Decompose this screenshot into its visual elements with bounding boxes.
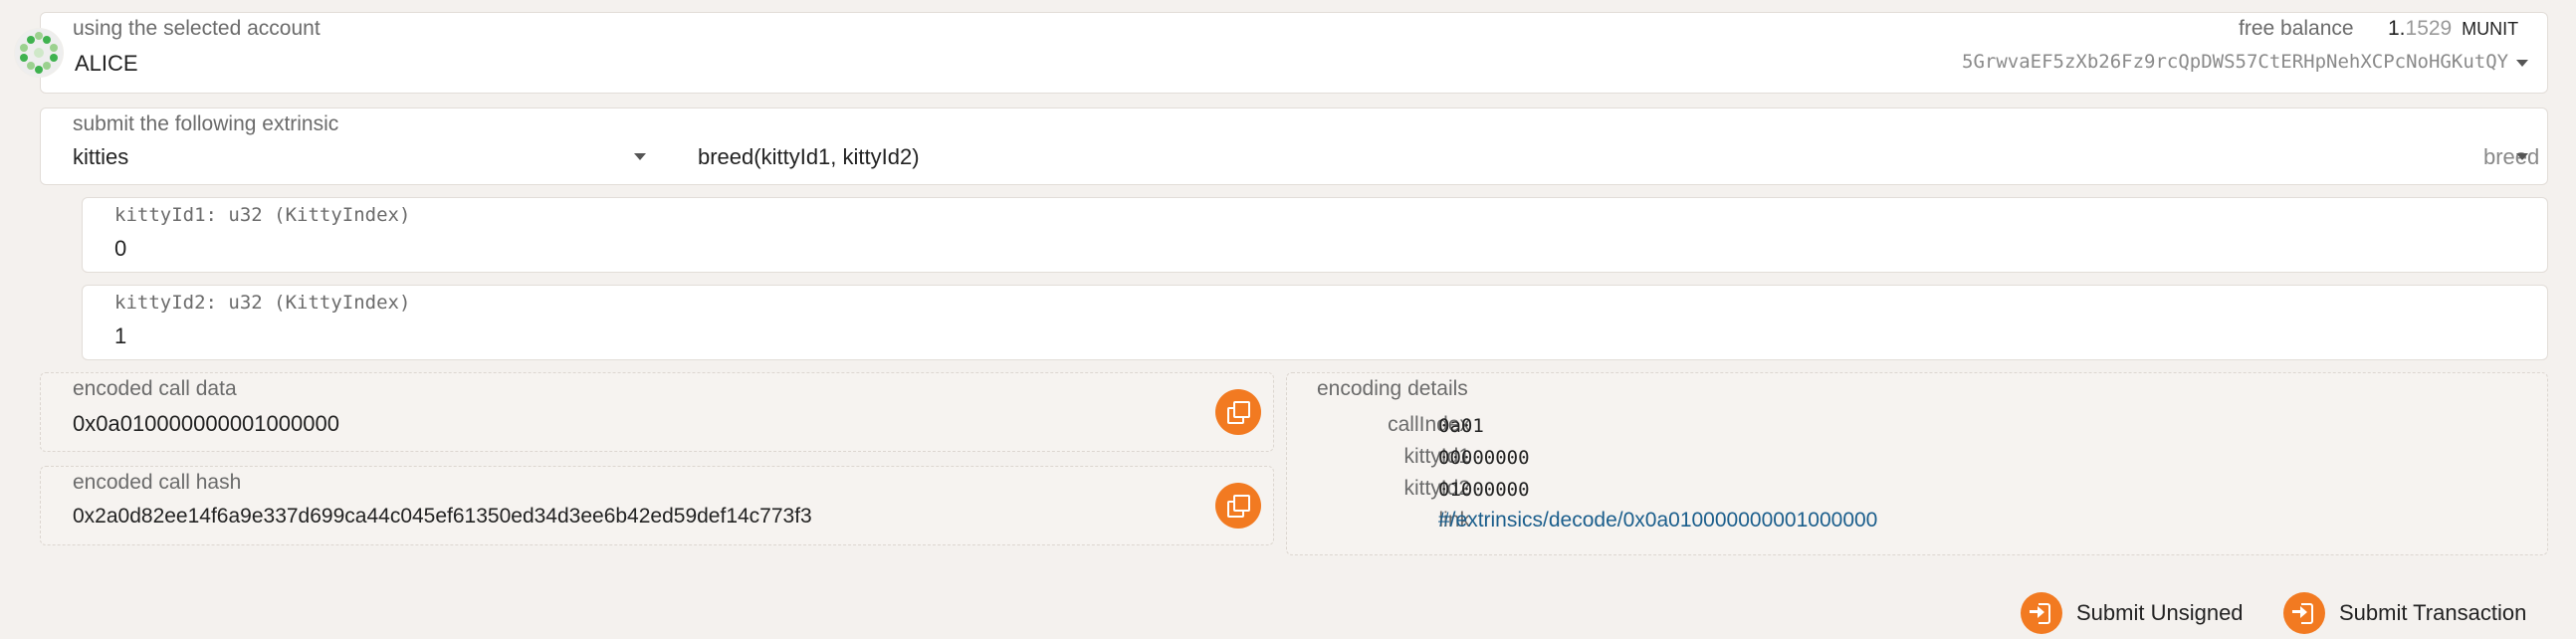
section-dropdown[interactable]: kitties (41, 108, 678, 186)
encoded-call-hash-value: 0x2a0d82ee14f6a9e337d699ca44c045ef61350e… (73, 505, 812, 528)
param-input-kittyid2[interactable]: kittyId2: u32 (KittyIndex) 1 (82, 285, 2548, 360)
param-value: 1 (114, 323, 127, 348)
free-balance-label: free balance (2239, 17, 2354, 40)
submit-transaction-button[interactable]: Submit Transaction (2283, 592, 2526, 634)
account-selector[interactable]: using the selected account ALICE free ba… (40, 12, 2548, 94)
submit-unsigned-button[interactable]: Submit Unsigned (2021, 592, 2244, 634)
balance-integer: 1. (2388, 17, 2406, 40)
balance-unit: MUNIT (2462, 19, 2519, 39)
balance-fraction: 1529 (2405, 17, 2453, 40)
sign-in-icon (2283, 592, 2325, 634)
encoding-details: encoding details callIndex 0a01 kittyId1… (1286, 372, 2548, 555)
param-label: kittyId2: u32 (KittyIndex) (114, 292, 411, 314)
param-input-kittyid1[interactable]: kittyId1: u32 (KittyIndex) 0 (82, 197, 2548, 273)
detail-value-kittyid1: 00000000 (1438, 447, 1530, 469)
extrinsic-selector: submit the following extrinsic kitties b… (40, 107, 2548, 185)
method-name: breed (2483, 144, 2540, 169)
submit-transaction-label: Submit Transaction (2339, 600, 2527, 625)
account-label: using the selected account (73, 17, 321, 40)
submit-unsigned-label: Submit Unsigned (2076, 600, 2244, 625)
sign-in-icon (2021, 592, 2062, 634)
encoded-call-hash-label: encoded call hash (73, 471, 242, 494)
encoded-call-data-label: encoded call data (73, 377, 237, 400)
identicon-icon (15, 29, 63, 77)
detail-value-callindex: 0a01 (1438, 415, 1484, 437)
param-label: kittyId1: u32 (KittyIndex) (114, 204, 411, 226)
section-chevron-down-icon (634, 153, 646, 160)
free-balance-value: 1.1529 MUNIT (2388, 17, 2518, 41)
method-signature: breed(kittyId1, kittyId2) (698, 144, 920, 169)
account-identicon-avatar (14, 28, 64, 78)
copy-call-data-button[interactable] (1215, 389, 1261, 435)
decode-link[interactable]: #/extrinsics/decode/0x0a0100000000010000… (1438, 509, 1877, 532)
encoded-call-data-value: 0x0a010000000001000000 (73, 411, 339, 436)
account-address: 5GrwvaEF5zXb26Fz9rcQpDWS57CtERHpNehXCPcN… (1962, 51, 2509, 73)
encoding-details-title: encoding details (1317, 377, 1468, 400)
account-name: ALICE (75, 51, 138, 76)
param-value: 0 (114, 236, 127, 261)
section-value: kitties (73, 144, 129, 169)
encoded-call-data: encoded call data 0x0a010000000001000000 (40, 372, 1274, 452)
account-chevron-down-icon[interactable] (2516, 60, 2528, 67)
detail-value-kittyid2: 01000000 (1438, 479, 1530, 501)
copy-call-hash-button[interactable] (1215, 483, 1261, 529)
method-chevron-down-icon (2516, 153, 2528, 160)
encoded-call-hash: encoded call hash 0x2a0d82ee14f6a9e337d6… (40, 466, 1274, 545)
method-dropdown[interactable]: breed(kittyId1, kittyId2) breed (698, 108, 2549, 186)
